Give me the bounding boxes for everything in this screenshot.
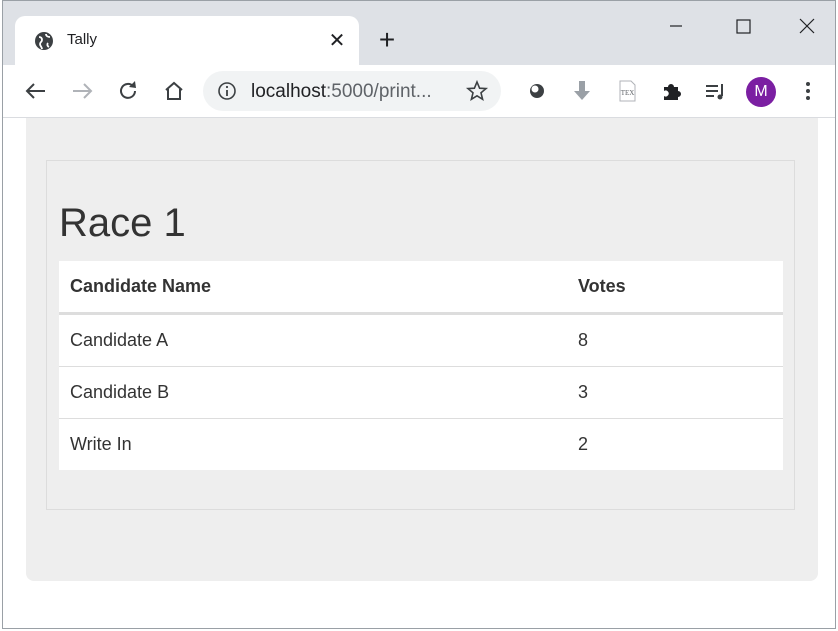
new-tab-icon[interactable]: + xyxy=(373,26,401,55)
forward-arrow-icon[interactable] xyxy=(69,78,95,104)
race-panel: Race 1 Candidate Name Votes Candidate A … xyxy=(46,160,795,510)
globe-icon xyxy=(35,32,53,50)
svg-text:TEX: TEX xyxy=(621,89,635,97)
tab-strip: Tally ✕ + xyxy=(3,1,835,65)
extension-circle-icon[interactable] xyxy=(524,78,550,104)
race-title: Race 1 xyxy=(59,201,186,245)
address-bar[interactable]: localhost:5000/print... xyxy=(203,71,501,111)
column-header-candidate-name: Candidate Name xyxy=(59,261,567,315)
close-tab-icon[interactable]: ✕ xyxy=(326,30,348,52)
back-arrow-icon[interactable] xyxy=(23,78,49,104)
menu-kebab-icon[interactable] xyxy=(795,78,821,104)
table-header-row: Candidate Name Votes xyxy=(59,261,783,315)
votes-cell: 2 xyxy=(567,418,783,470)
votes-cell: 8 xyxy=(578,330,589,350)
candidate-name-cell: Candidate A xyxy=(70,330,169,350)
tab-tally[interactable]: Tally ✕ xyxy=(15,16,359,65)
url-host: localhost xyxy=(251,81,326,102)
extensions-puzzle-icon[interactable] xyxy=(659,78,685,104)
page-content: Race 1 Candidate Name Votes Candidate A … xyxy=(3,118,835,628)
close-window-icon[interactable] xyxy=(789,11,825,41)
content-card: Race 1 Candidate Name Votes Candidate A … xyxy=(26,118,818,581)
browser-toolbar: localhost:5000/print... TEX M xyxy=(3,65,835,118)
column-header-votes: Votes xyxy=(567,261,783,315)
table-row: Write In 2 xyxy=(59,418,783,470)
profile-avatar[interactable]: M xyxy=(746,77,776,107)
maximize-icon[interactable] xyxy=(725,11,761,41)
table-row: Candidate A 8 xyxy=(59,314,783,367)
candidate-name-cell: Write In xyxy=(59,418,567,470)
bookmark-star-icon[interactable] xyxy=(465,79,489,103)
url-text[interactable]: localhost:5000/print... xyxy=(251,81,432,103)
url-path: :5000/print... xyxy=(326,81,432,102)
table-row: Candidate B 3 xyxy=(59,366,783,419)
home-icon[interactable] xyxy=(161,78,187,104)
tab-title: Tally xyxy=(67,31,98,48)
download-icon[interactable] xyxy=(569,78,595,104)
votes-cell: 3 xyxy=(567,366,783,419)
results-table: Candidate Name Votes Candidate A 8 Candi… xyxy=(59,261,783,470)
browser-window: Tally ✕ + localhost:5000/print... TEX M … xyxy=(2,0,836,629)
info-icon[interactable] xyxy=(217,81,237,101)
candidate-name-cell: Candidate B xyxy=(59,366,567,419)
tex-extension-icon[interactable]: TEX xyxy=(614,78,640,104)
minimize-icon[interactable] xyxy=(658,11,694,41)
media-queue-icon[interactable] xyxy=(703,78,729,104)
reload-icon[interactable] xyxy=(115,78,141,104)
